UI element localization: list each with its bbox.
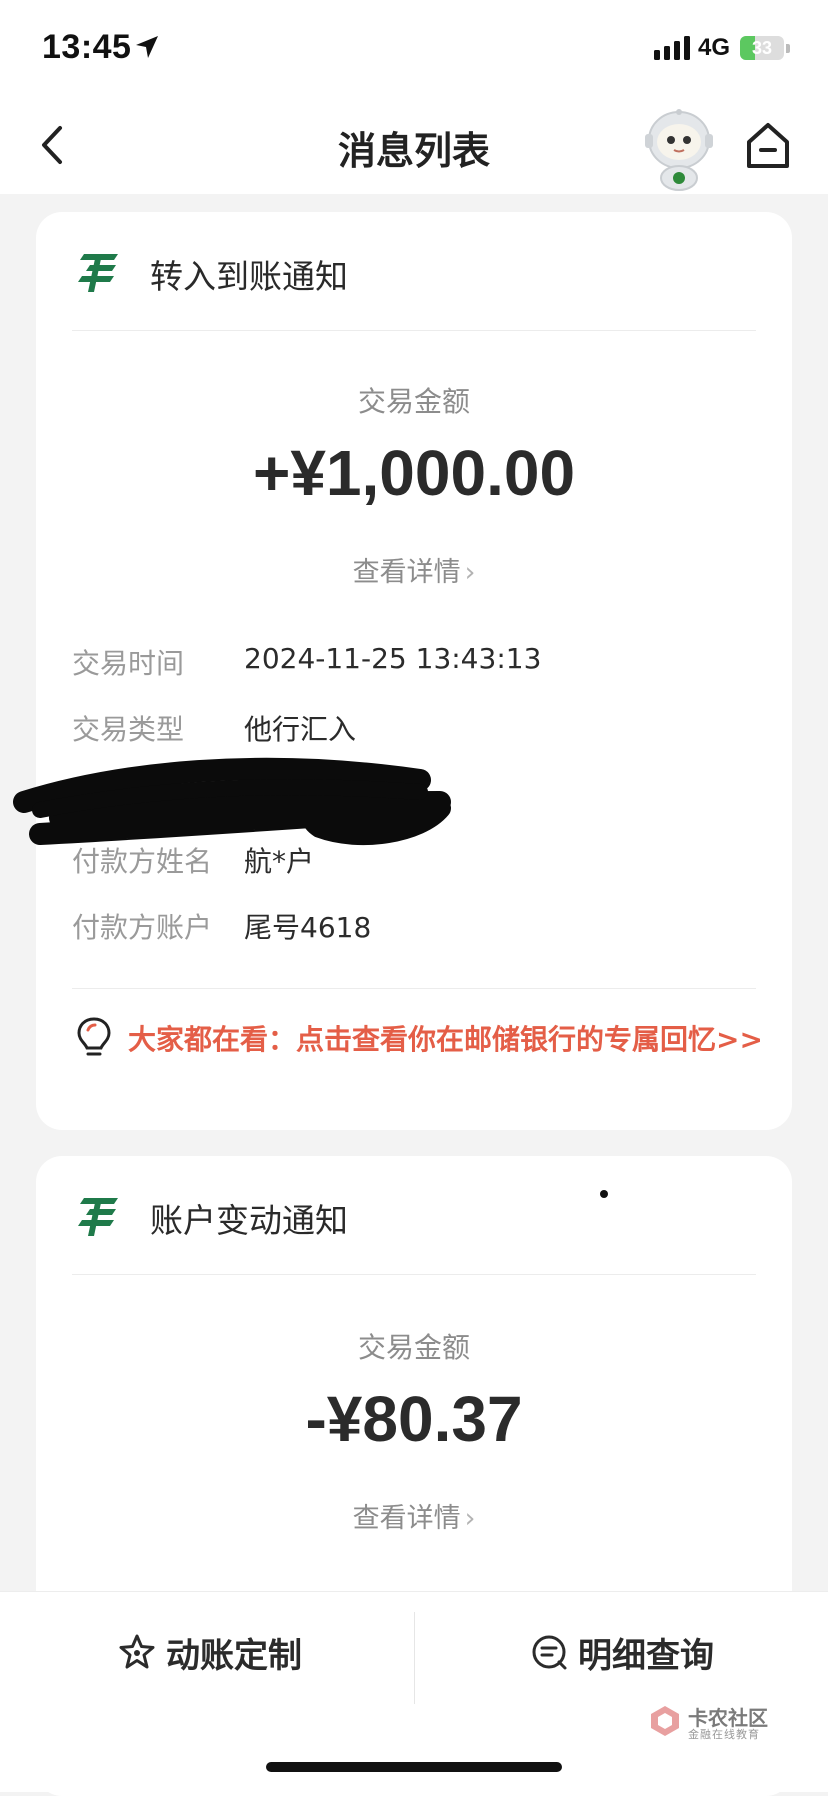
transaction-alert-settings-button[interactable]: 动账定制 <box>118 1622 302 1682</box>
tab-label: 动账定制 <box>166 1635 302 1676</box>
nav-bar: 消息列表 <box>0 96 828 194</box>
promo-tip-link[interactable]: 大家都在看：点击查看你在邮储银行的专属回忆>> <box>128 1018 768 1062</box>
statement-query-button[interactable]: 明细查询 <box>530 1622 714 1682</box>
bottom-divider <box>414 1612 415 1704</box>
view-detail-label: 查看详情 <box>352 1503 461 1534</box>
mascot-robot-icon[interactable] <box>640 106 718 192</box>
header-divider <box>72 1274 756 1275</box>
battery-icon: 33 <box>740 36 784 60</box>
transfer-in-card[interactable]: 转入到账通知 交易金额 +¥1,000.00 查看详情 › 交易时间 2024-1… <box>13 212 792 1130</box>
amount-label: 交易金额 <box>357 1331 470 1364</box>
info-label: 付款方姓名 <box>72 845 213 878</box>
battery-percent: 33 <box>751 38 773 58</box>
info-value: 航*户 <box>244 845 315 878</box>
network-type: 4G <box>698 34 731 61</box>
chevron-right-icon: › <box>464 1503 476 1534</box>
stray-dot <box>600 1190 608 1198</box>
star-settings-icon <box>119 1634 155 1669</box>
postal-bank-logo-icon <box>78 1198 118 1236</box>
watermark: 卡农社区 金融在线教育 <box>648 1702 798 1742</box>
location-arrow-icon <box>136 36 158 58</box>
home-indicator <box>266 1762 562 1772</box>
info-label: 付款方账户 <box>72 911 213 944</box>
signal-icon <box>654 36 690 60</box>
info-value: 尾号4618 <box>244 911 372 944</box>
tip-divider <box>72 988 756 989</box>
watermark-logo-icon <box>651 1706 679 1736</box>
view-detail-link[interactable]: 查看详情 › <box>36 1496 792 1535</box>
status-time: 13:45 <box>42 28 132 66</box>
home-icon[interactable] <box>744 120 792 172</box>
amount-value: -¥80.37 <box>305 1383 523 1455</box>
watermark-subtitle: 金融在线教育 <box>688 1728 760 1741</box>
lightbulb-icon <box>77 1017 111 1056</box>
battery-tip <box>786 44 790 53</box>
tab-label: 明细查询 <box>578 1635 714 1676</box>
info-row-payer-account: 付款方账户 尾号4618 <box>72 906 772 946</box>
status-bar: 13:45 4G 33 <box>0 0 828 96</box>
redaction-scribble <box>13 757 451 846</box>
card-title: 账户变动通知 <box>150 1201 348 1240</box>
card-header: 账户变动通知 <box>36 1156 792 1274</box>
info-row-payer-name: 付款方姓名 航*户 <box>72 840 772 880</box>
search-list-icon <box>532 1635 567 1670</box>
